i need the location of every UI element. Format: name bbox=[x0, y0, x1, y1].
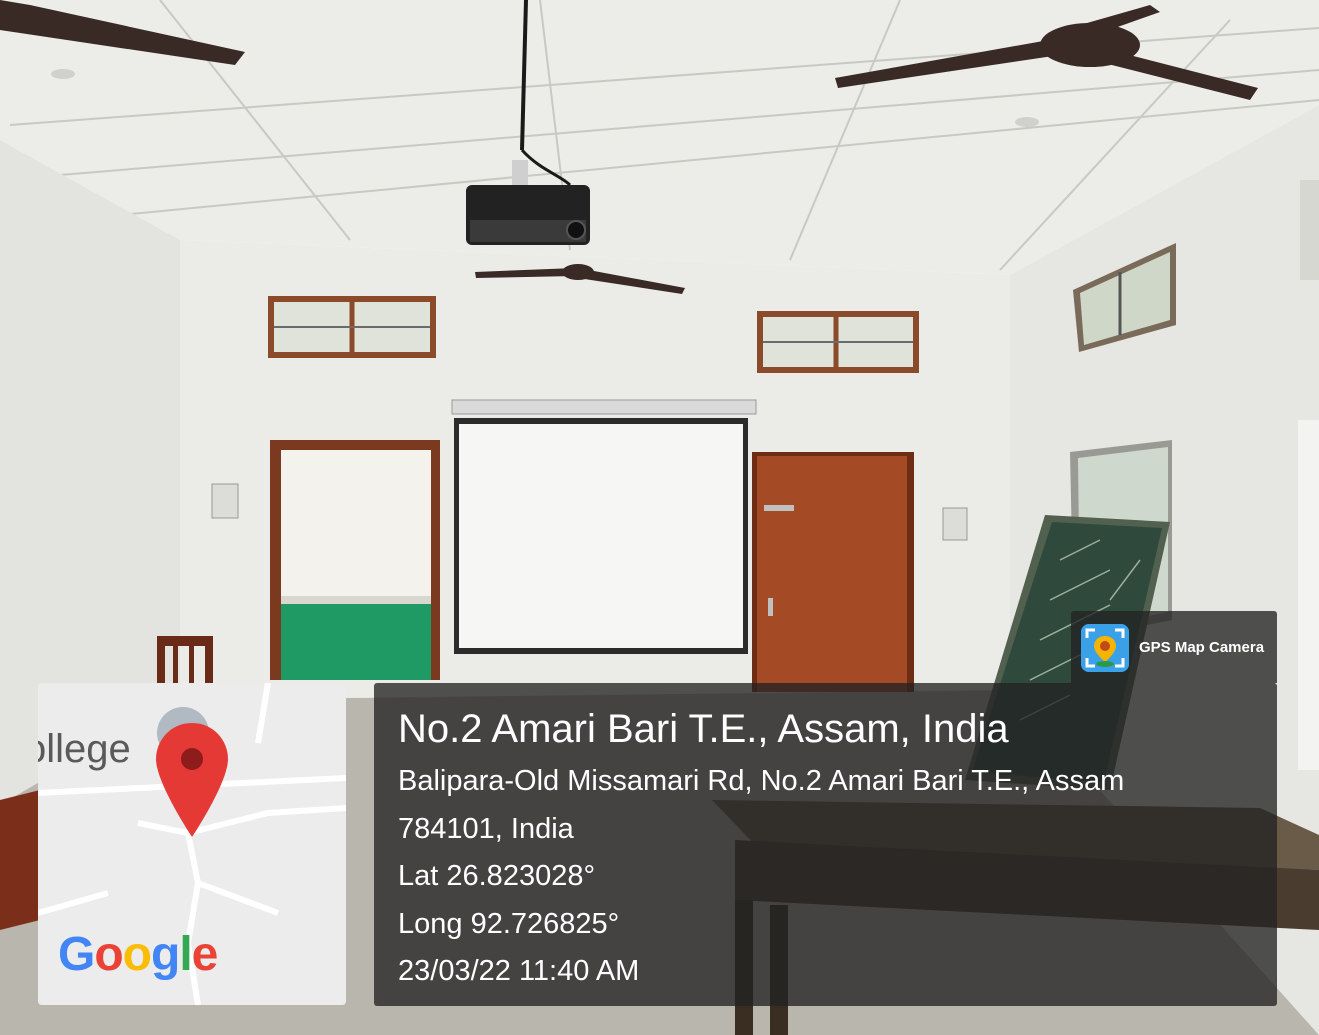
google-logo-letter: o bbox=[122, 928, 152, 981]
switch-board-right bbox=[942, 507, 968, 541]
google-logo-letter: o bbox=[94, 928, 123, 981]
left-doorway bbox=[270, 440, 440, 680]
address-line-2: 784101, India bbox=[398, 813, 574, 845]
map-thumbnail: ollege Google bbox=[38, 683, 346, 1005]
google-logo-letter: G bbox=[58, 928, 95, 981]
classroom-photo: ollege Google GPS Map Camera No.2 Amari … bbox=[0, 0, 1319, 1035]
right-edge-opening bbox=[1298, 420, 1319, 770]
switch-board-left bbox=[211, 483, 239, 519]
location-info-panel: No.2 Amari Bari T.E., Assam, India Balip… bbox=[374, 683, 1277, 1006]
back-window-right bbox=[757, 311, 919, 373]
desk-left bbox=[0, 790, 40, 930]
map-place-label: ollege bbox=[38, 727, 131, 771]
gps-map-camera-label: GPS Map Camera bbox=[1139, 639, 1265, 656]
gps-map-camera-icon bbox=[1081, 624, 1129, 672]
projector-screen bbox=[451, 399, 757, 654]
right-edge-window bbox=[1300, 180, 1319, 280]
gps-map-camera-badge: GPS Map Camera bbox=[1071, 611, 1277, 683]
google-logo: Google bbox=[58, 927, 219, 982]
datetime-text: 23/03/22 11:40 AM bbox=[398, 955, 640, 987]
google-logo-letter: l bbox=[179, 928, 192, 981]
google-logo-letter: e bbox=[191, 928, 219, 981]
address-line-1: Balipara-Old Missamari Rd, No.2 Amari Ba… bbox=[398, 765, 1125, 797]
google-logo-letter: g bbox=[151, 928, 180, 981]
latitude-text: Lat 26.823028° bbox=[398, 860, 596, 892]
longitude-text: Long 92.726825° bbox=[398, 908, 620, 940]
wooden-door bbox=[752, 452, 914, 692]
back-window-left bbox=[268, 296, 436, 358]
ceiling-light bbox=[51, 69, 75, 79]
ceiling-light bbox=[1015, 117, 1039, 127]
location-title: No.2 Amari Bari T.E., Assam, India bbox=[398, 707, 1009, 751]
